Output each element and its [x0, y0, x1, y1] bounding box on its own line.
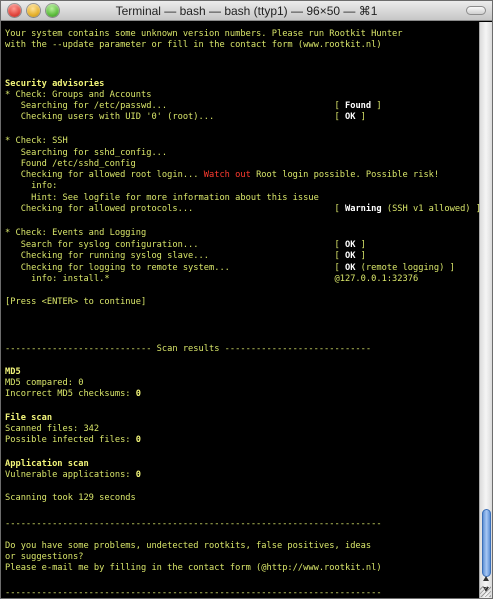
line-text: Search for syslog configuration... [ — [5, 240, 345, 250]
status-ok: OK — [344, 251, 356, 261]
output-line: Search for syslog configuration... [ OK … — [5, 240, 366, 251]
line-text: ] — [355, 251, 366, 261]
section-heading: Security advisories — [5, 79, 105, 89]
output-line: Incorrect MD5 checksums: 0 — [5, 389, 141, 400]
output-line: Checking for running syslog slave... [ O… — [5, 251, 366, 262]
scan-results-divider: ---------------------------- Scan result… — [5, 344, 372, 354]
status-warning: Warning — [344, 204, 382, 214]
output-line: Checking users with UID '0' (root)... [ … — [5, 112, 366, 123]
status-found: Found — [344, 101, 372, 111]
line-text: Possible infected files: — [5, 435, 136, 445]
check-heading: * Check: Groups and Accounts — [5, 90, 152, 100]
status-ok: OK — [344, 263, 356, 273]
line-text: ] — [355, 112, 366, 122]
line-text: Checking users with UID '0' (root)... [ — [5, 112, 345, 122]
continue-prompt: [Press <ENTER> to continue] — [5, 297, 147, 307]
output-line: Searching for sshd_config... — [5, 148, 168, 158]
output-line: Vulnerable applications: 0 — [5, 470, 141, 481]
output-line: Checking for logging to remote system...… — [5, 263, 455, 274]
section-heading: File scan — [5, 413, 53, 423]
section-heading: Application scan — [5, 459, 89, 469]
line-text: Searching for /etc/passwd... [ — [5, 101, 345, 111]
output-line: Possible infected files: 0 — [5, 435, 141, 446]
terminal-output[interactable]: Your system contains some unknown versio… — [1, 22, 481, 598]
output-line: Searching for /etc/passwd... [ Found ] — [5, 101, 382, 112]
line-text: Incorrect MD5 checksums: — [5, 389, 136, 399]
check-heading: * Check: SSH — [5, 136, 68, 146]
section-heading: MD5 — [5, 367, 21, 377]
output-line: Checking for allowed root login... Watch… — [5, 170, 439, 181]
line-text: (remote logging) ] — [355, 263, 455, 273]
line-text: MD5 compared: — [5, 378, 79, 388]
count-value: 0 — [78, 378, 84, 388]
divider-line: ----------------------------------------… — [5, 588, 382, 598]
scroll-up-icon[interactable] — [483, 576, 489, 581]
line-text: Checking for logging to remote system...… — [5, 263, 345, 273]
output-line: MD5 compared: 0 — [5, 378, 83, 389]
resize-grip-icon[interactable] — [480, 586, 491, 597]
line-text: Vulnerable applications: — [5, 470, 136, 480]
line-text: (SSH v1 allowed) ] — [381, 204, 481, 214]
count-value: 0 — [135, 470, 141, 480]
output-line: with the --update parameter or fill in t… — [5, 40, 382, 50]
window-title: Terminal — bash — bash (ttyp1) — 96×50 —… — [115, 4, 378, 18]
output-line: Please e-mail me by filling in the conta… — [5, 563, 382, 573]
output-line: info: — [5, 181, 58, 191]
output-line: Hint: See logfile for more information a… — [5, 193, 319, 203]
status-watch-out: Watch out — [203, 170, 251, 180]
output-line: or suggestions? — [5, 552, 84, 562]
output-line: info: install.* @127.0.0.1:32376 — [5, 274, 419, 284]
status-ok: OK — [344, 112, 356, 122]
check-heading: * Check: Events and Logging — [5, 228, 147, 238]
output-line: Found /etc/sshd_config — [5, 159, 136, 169]
count-value: 0 — [135, 435, 141, 445]
output-line: Scanning took 129 seconds — [5, 493, 136, 503]
line-text: Root login possible. Possible risk! — [250, 170, 440, 180]
scrollbar-thumb[interactable] — [482, 509, 491, 577]
output-line: Scanned files: 342 — [5, 424, 100, 434]
toolbar-toggle-button[interactable] — [466, 6, 486, 15]
line-text: ] — [371, 101, 382, 111]
output-line: Checking for allowed protocols... [ Warn… — [5, 204, 481, 215]
title-bar[interactable]: Terminal — bash — bash (ttyp1) — 96×50 —… — [1, 1, 492, 21]
line-text: Checking for allowed root login... — [5, 170, 204, 180]
status-ok: OK — [344, 240, 356, 250]
line-text: Checking for allowed protocols... [ — [5, 204, 345, 214]
line-text: Checking for running syslog slave... [ — [5, 251, 345, 261]
line-text: ] — [355, 240, 366, 250]
divider-line: ----------------------------------------… — [5, 519, 382, 529]
output-line: Your system contains some unknown versio… — [5, 29, 403, 39]
terminal-window: Terminal — bash — bash (ttyp1) — 96×50 —… — [0, 0, 493, 599]
count-value: 0 — [135, 389, 141, 399]
vertical-scrollbar[interactable] — [479, 22, 492, 598]
output-line: Do you have some problems, undetected ro… — [5, 541, 372, 551]
